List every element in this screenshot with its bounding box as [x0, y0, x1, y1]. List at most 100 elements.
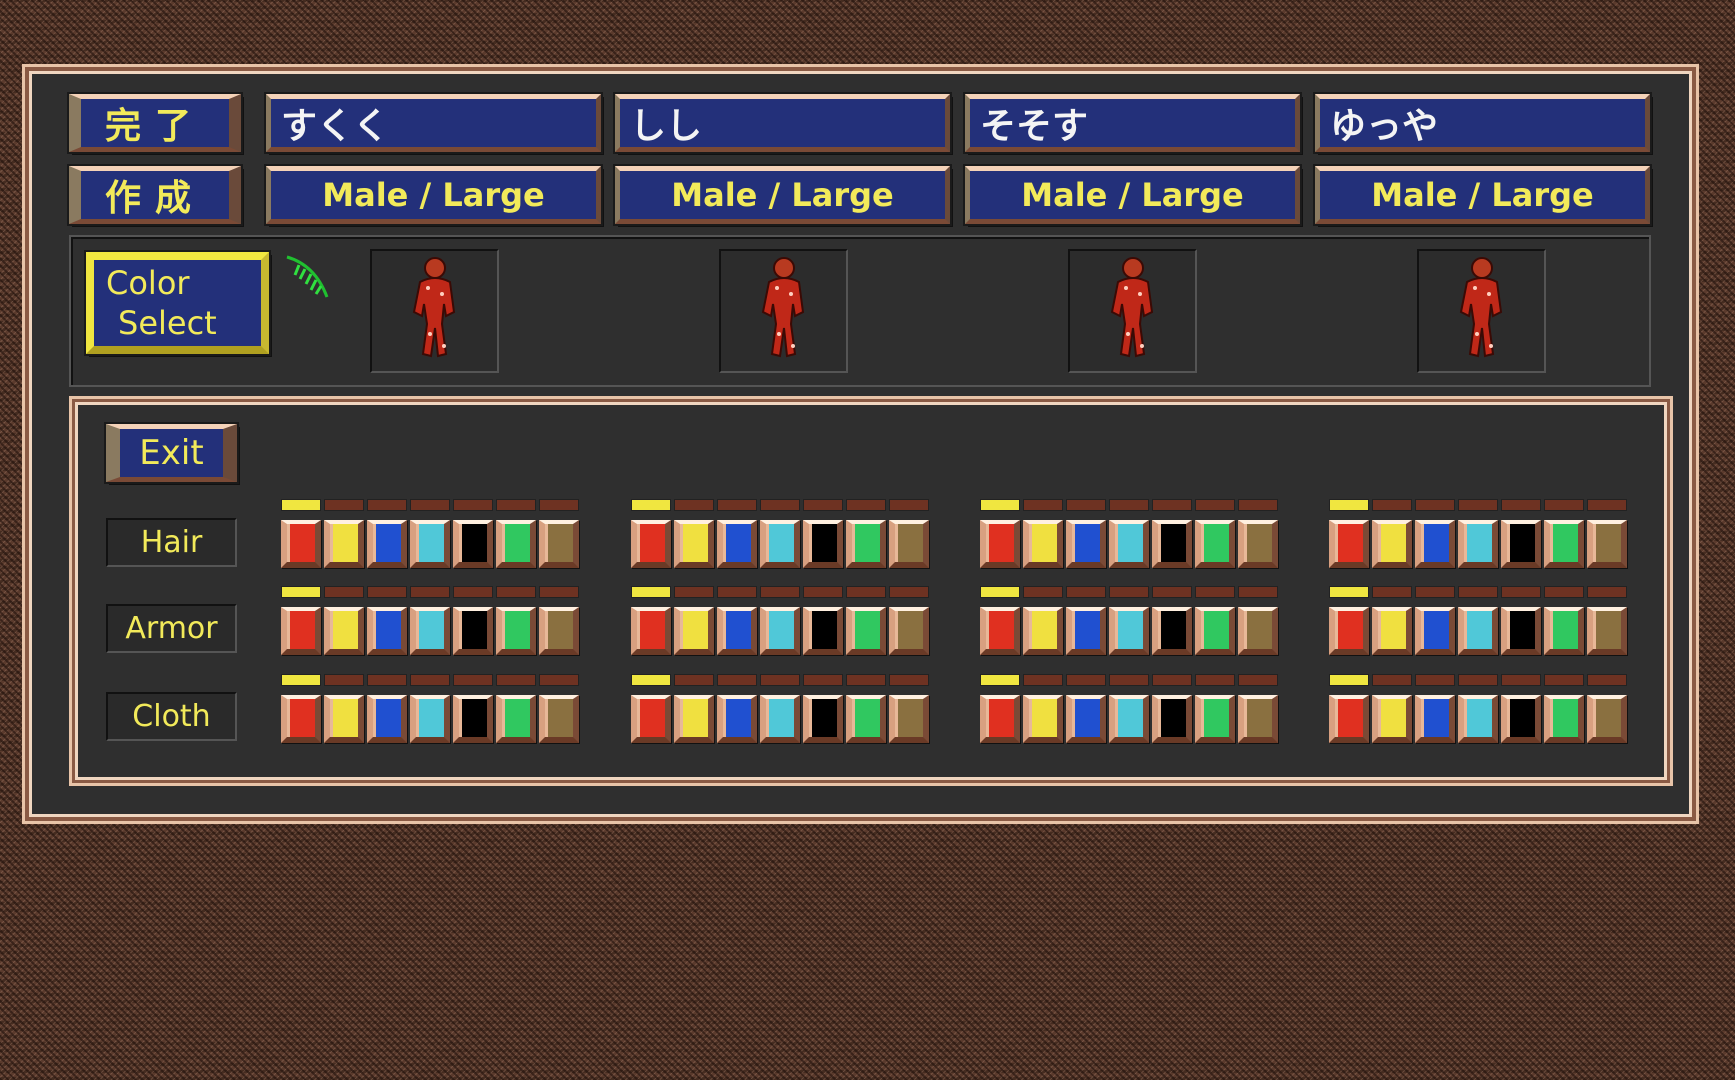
color-swatch[interactable]: [980, 499, 1020, 568]
color-swatch[interactable]: [1544, 499, 1584, 568]
character-class-field[interactable]: Male / Large: [615, 166, 950, 224]
color-swatch[interactable]: [846, 499, 886, 568]
color-swatch[interactable]: [1066, 586, 1106, 655]
color-swatch[interactable]: [1415, 674, 1455, 743]
color-chip: [846, 520, 886, 568]
color-swatch[interactable]: [674, 586, 714, 655]
color-swatch[interactable]: [1372, 586, 1412, 655]
color-swatch[interactable]: [717, 499, 757, 568]
create-button[interactable]: 作成: [69, 166, 241, 224]
color-swatch[interactable]: [281, 674, 321, 743]
color-swatch[interactable]: [846, 586, 886, 655]
color-swatch[interactable]: [1458, 586, 1498, 655]
color-swatch[interactable]: [803, 499, 843, 568]
color-swatch[interactable]: [717, 586, 757, 655]
color-swatch[interactable]: [889, 499, 929, 568]
color-swatch[interactable]: [803, 674, 843, 743]
exit-button[interactable]: Exit: [106, 424, 237, 482]
color-swatch[interactable]: [1544, 586, 1584, 655]
color-swatch[interactable]: [1458, 674, 1498, 743]
color-swatch[interactable]: [1023, 499, 1063, 568]
color-swatch[interactable]: [1415, 499, 1455, 568]
color-swatch[interactable]: [1415, 586, 1455, 655]
character-name-field[interactable]: すくく: [266, 94, 601, 152]
color-swatch[interactable]: [1238, 674, 1278, 743]
color-swatch[interactable]: [760, 586, 800, 655]
color-swatch[interactable]: [889, 586, 929, 655]
done-button[interactable]: 完了: [69, 94, 241, 152]
color-swatch[interactable]: [1329, 674, 1369, 743]
color-swatch[interactable]: [410, 586, 450, 655]
color-swatch[interactable]: [1372, 674, 1412, 743]
color-swatch[interactable]: [1195, 499, 1235, 568]
color-swatch[interactable]: [410, 674, 450, 743]
color-swatch[interactable]: [1501, 586, 1541, 655]
color-swatch[interactable]: [1372, 499, 1412, 568]
color-swatch[interactable]: [453, 586, 493, 655]
color-swatch[interactable]: [1501, 499, 1541, 568]
character-name-field[interactable]: そそす: [965, 94, 1300, 152]
character-portrait: [370, 249, 499, 373]
color-select-button[interactable]: Color Select: [86, 252, 269, 354]
color-swatch[interactable]: [631, 499, 671, 568]
color-swatch[interactable]: [1152, 499, 1192, 568]
color-chip: [1587, 607, 1627, 655]
color-swatch[interactable]: [539, 499, 579, 568]
color-swatch[interactable]: [980, 586, 1020, 655]
color-swatch[interactable]: [631, 586, 671, 655]
color-swatch[interactable]: [1238, 586, 1278, 655]
color-swatch[interactable]: [1329, 586, 1369, 655]
color-swatch[interactable]: [539, 674, 579, 743]
character-name-field[interactable]: しし: [615, 94, 950, 152]
color-swatch[interactable]: [1544, 674, 1584, 743]
color-swatch[interactable]: [980, 674, 1020, 743]
color-swatch[interactable]: [1501, 674, 1541, 743]
color-swatch[interactable]: [410, 499, 450, 568]
color-swatch[interactable]: [846, 674, 886, 743]
color-swatch[interactable]: [1152, 674, 1192, 743]
character-class-field[interactable]: Male / Large: [1315, 166, 1650, 224]
color-swatch[interactable]: [324, 586, 364, 655]
color-swatch[interactable]: [674, 674, 714, 743]
color-swatch[interactable]: [760, 674, 800, 743]
color-swatch[interactable]: [1195, 674, 1235, 743]
color-swatch[interactable]: [1023, 586, 1063, 655]
color-swatch[interactable]: [1587, 674, 1627, 743]
color-swatch[interactable]: [1066, 674, 1106, 743]
color-swatch[interactable]: [367, 674, 407, 743]
color-swatch[interactable]: [1023, 674, 1063, 743]
color-swatch[interactable]: [717, 674, 757, 743]
color-swatch[interactable]: [367, 499, 407, 568]
color-swatch[interactable]: [803, 586, 843, 655]
color-swatch[interactable]: [1109, 499, 1149, 568]
character-name-field[interactable]: ゆっや: [1315, 94, 1650, 152]
color-swatch[interactable]: [281, 499, 321, 568]
color-swatch[interactable]: [367, 586, 407, 655]
color-swatch[interactable]: [760, 499, 800, 568]
color-swatch[interactable]: [539, 586, 579, 655]
character-class-field[interactable]: Male / Large: [266, 166, 601, 224]
color-chip: [674, 520, 714, 568]
color-swatch[interactable]: [1066, 499, 1106, 568]
color-swatch[interactable]: [1152, 586, 1192, 655]
color-swatch[interactable]: [324, 499, 364, 568]
color-swatch[interactable]: [1109, 586, 1149, 655]
color-swatch[interactable]: [889, 674, 929, 743]
color-swatch[interactable]: [1458, 499, 1498, 568]
color-swatch[interactable]: [496, 674, 536, 743]
color-swatch[interactable]: [1587, 499, 1627, 568]
color-swatch[interactable]: [453, 499, 493, 568]
color-swatch[interactable]: [1329, 499, 1369, 568]
color-swatch[interactable]: [1238, 499, 1278, 568]
color-swatch[interactable]: [1587, 586, 1627, 655]
color-swatch[interactable]: [281, 586, 321, 655]
color-swatch[interactable]: [631, 674, 671, 743]
color-swatch[interactable]: [1109, 674, 1149, 743]
color-swatch[interactable]: [674, 499, 714, 568]
color-swatch[interactable]: [496, 586, 536, 655]
color-swatch[interactable]: [1195, 586, 1235, 655]
color-swatch[interactable]: [453, 674, 493, 743]
character-class-field[interactable]: Male / Large: [965, 166, 1300, 224]
color-swatch[interactable]: [324, 674, 364, 743]
color-swatch[interactable]: [496, 499, 536, 568]
